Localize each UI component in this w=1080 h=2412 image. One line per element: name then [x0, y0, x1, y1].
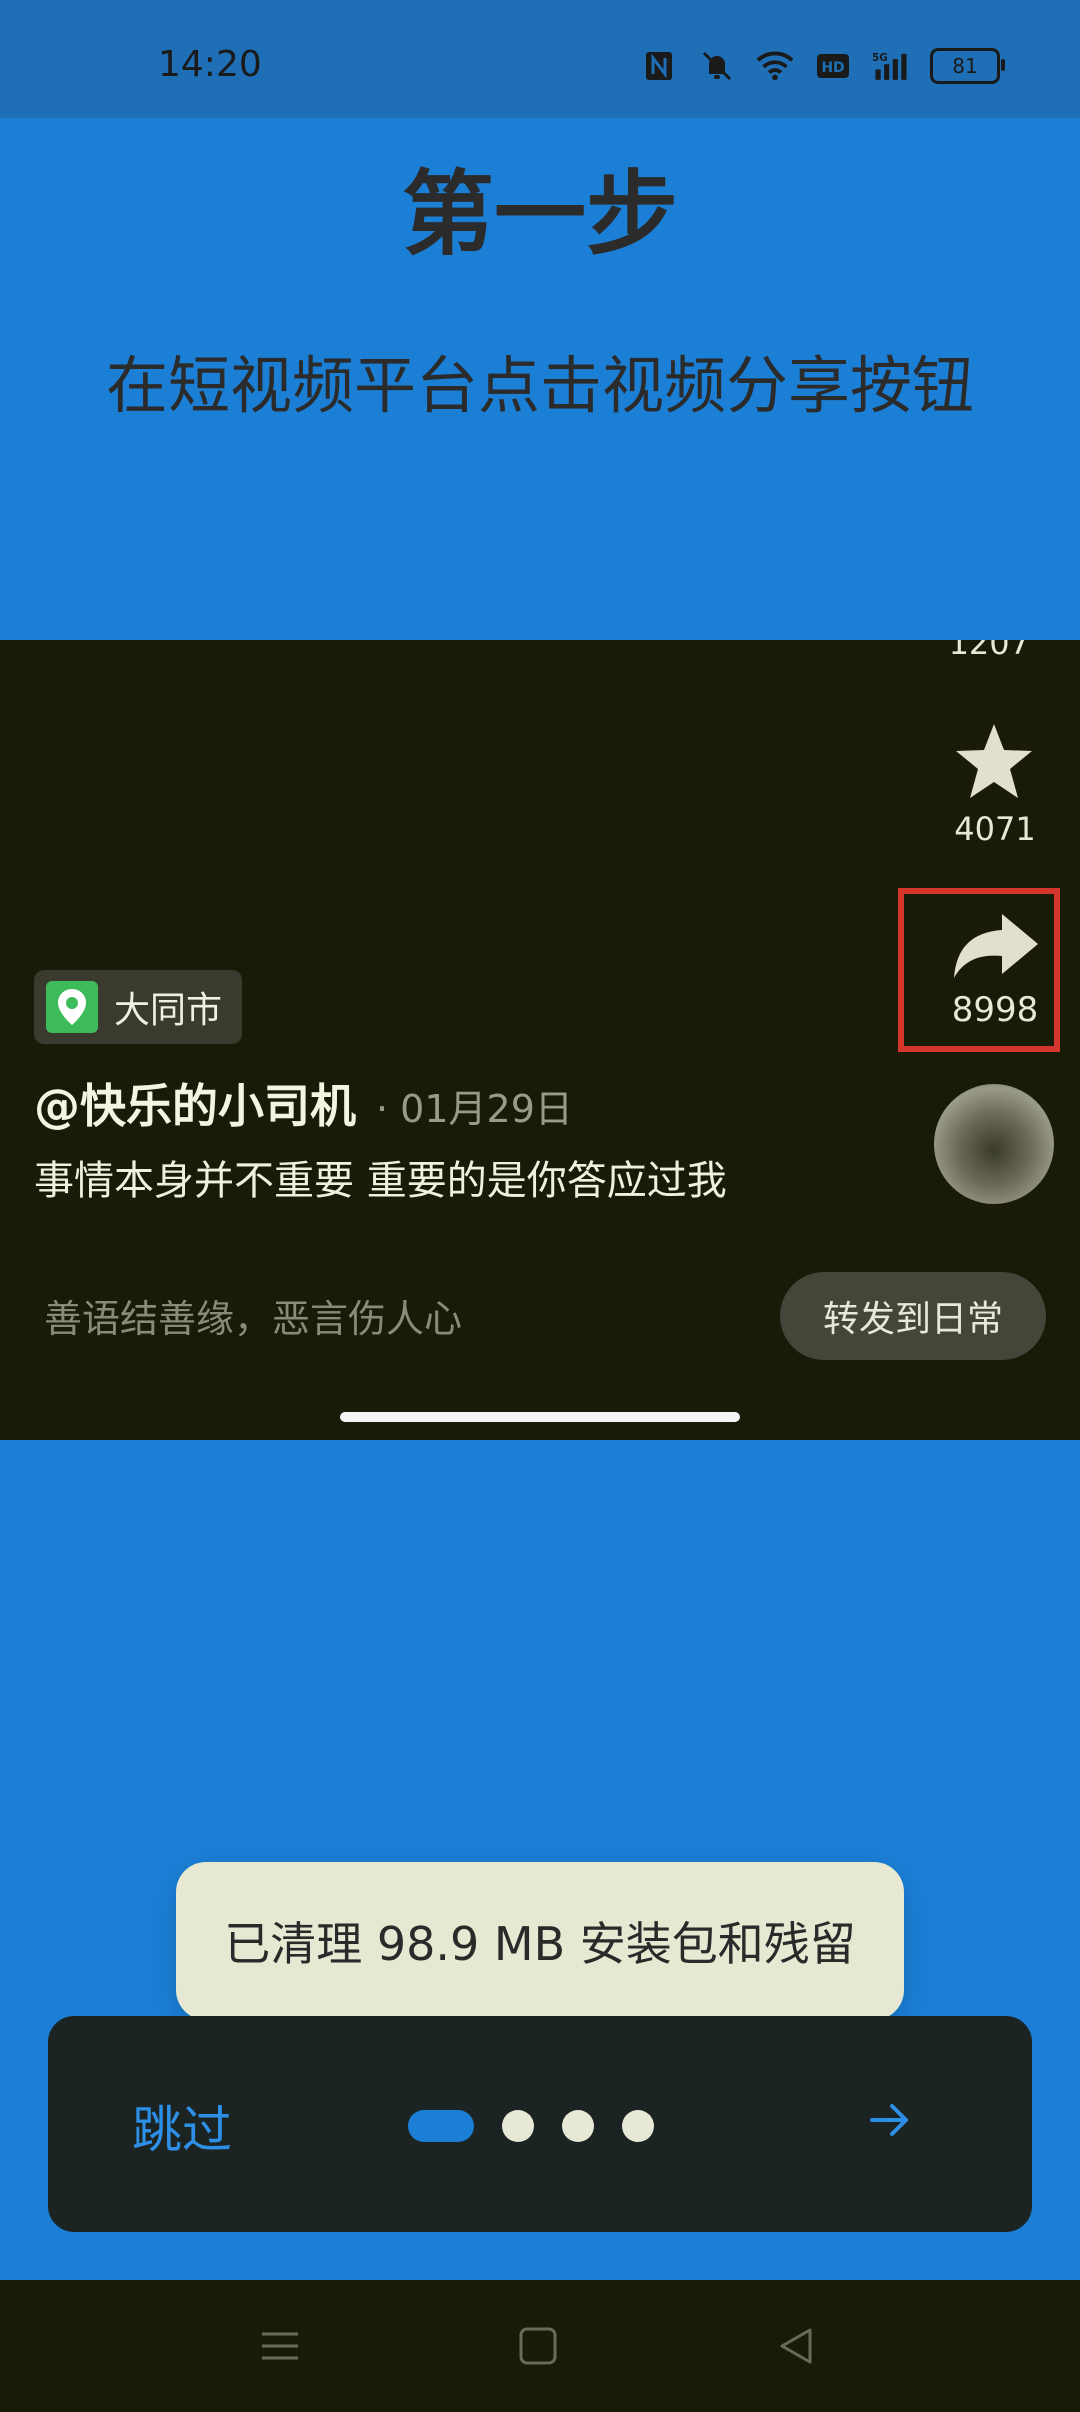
skip-button[interactable]: 跳过	[132, 2090, 232, 2162]
nfc-icon	[640, 47, 678, 85]
video-caption: 事情本身并不重要 重要的是你答应过我	[34, 1158, 727, 1204]
demo-video-screenshot: 1207 4071 8998 大同市 @快乐的小司机 · 01月29日 事情本身…	[0, 640, 1080, 1440]
step-title: 第一步	[401, 161, 678, 268]
home-icon[interactable]	[516, 2324, 560, 2368]
wifi-icon	[756, 47, 794, 85]
cleanup-toast: 已清理 98.9 MB 安装包和残留	[176, 1862, 904, 2020]
demo-home-indicator	[340, 1412, 740, 1422]
step-description: 在短视频平台点击视频分享按钮	[105, 349, 974, 422]
post-date: · 01月29日	[376, 1087, 573, 1131]
comment-placeholder: 善语结善缘，恶言伤人心	[44, 1297, 463, 1341]
hd-icon: HD	[814, 47, 852, 85]
share-count: 8998	[951, 990, 1039, 1030]
author-avatar	[934, 1084, 1054, 1204]
page-dot-4	[622, 2110, 654, 2142]
menu-icon[interactable]	[258, 2324, 302, 2368]
status-icons: HD 5G 81	[640, 46, 1005, 86]
like-count-partial: 1207	[948, 640, 1030, 662]
favorite-star-icon	[956, 724, 1032, 798]
back-icon[interactable]	[774, 2324, 818, 2368]
status-bar: 14:20 HD 5G 81	[0, 0, 1080, 118]
forward-to-daily-button: 转发到日常	[780, 1272, 1046, 1360]
system-nav-bar	[0, 2280, 1080, 2412]
location-tag: 大同市	[34, 970, 243, 1044]
page-dot-3	[562, 2110, 594, 2142]
mute-icon	[698, 47, 736, 85]
signal-5g-icon: 5G	[872, 47, 910, 85]
status-time: 14:20	[158, 44, 262, 85]
svg-text:5G: 5G	[872, 52, 888, 64]
onboarding-nav-bar: 跳过	[48, 2016, 1032, 2232]
next-arrow-icon[interactable]	[866, 2096, 914, 2144]
page-dot-2	[502, 2110, 534, 2142]
author-name: @快乐的小司机	[34, 1079, 356, 1133]
location-label: 大同市	[114, 990, 223, 1031]
battery-icon: 81	[930, 48, 1005, 84]
favorite-count: 4071	[954, 810, 1036, 848]
page-indicator	[408, 2110, 654, 2142]
page-dot-1	[408, 2110, 474, 2142]
battery-level: 81	[952, 54, 978, 78]
author-row: @快乐的小司机 · 01月29日	[34, 1070, 573, 1136]
location-pin-icon	[46, 981, 98, 1033]
share-arrow-icon	[954, 914, 1038, 978]
svg-text:HD: HD	[821, 60, 844, 76]
